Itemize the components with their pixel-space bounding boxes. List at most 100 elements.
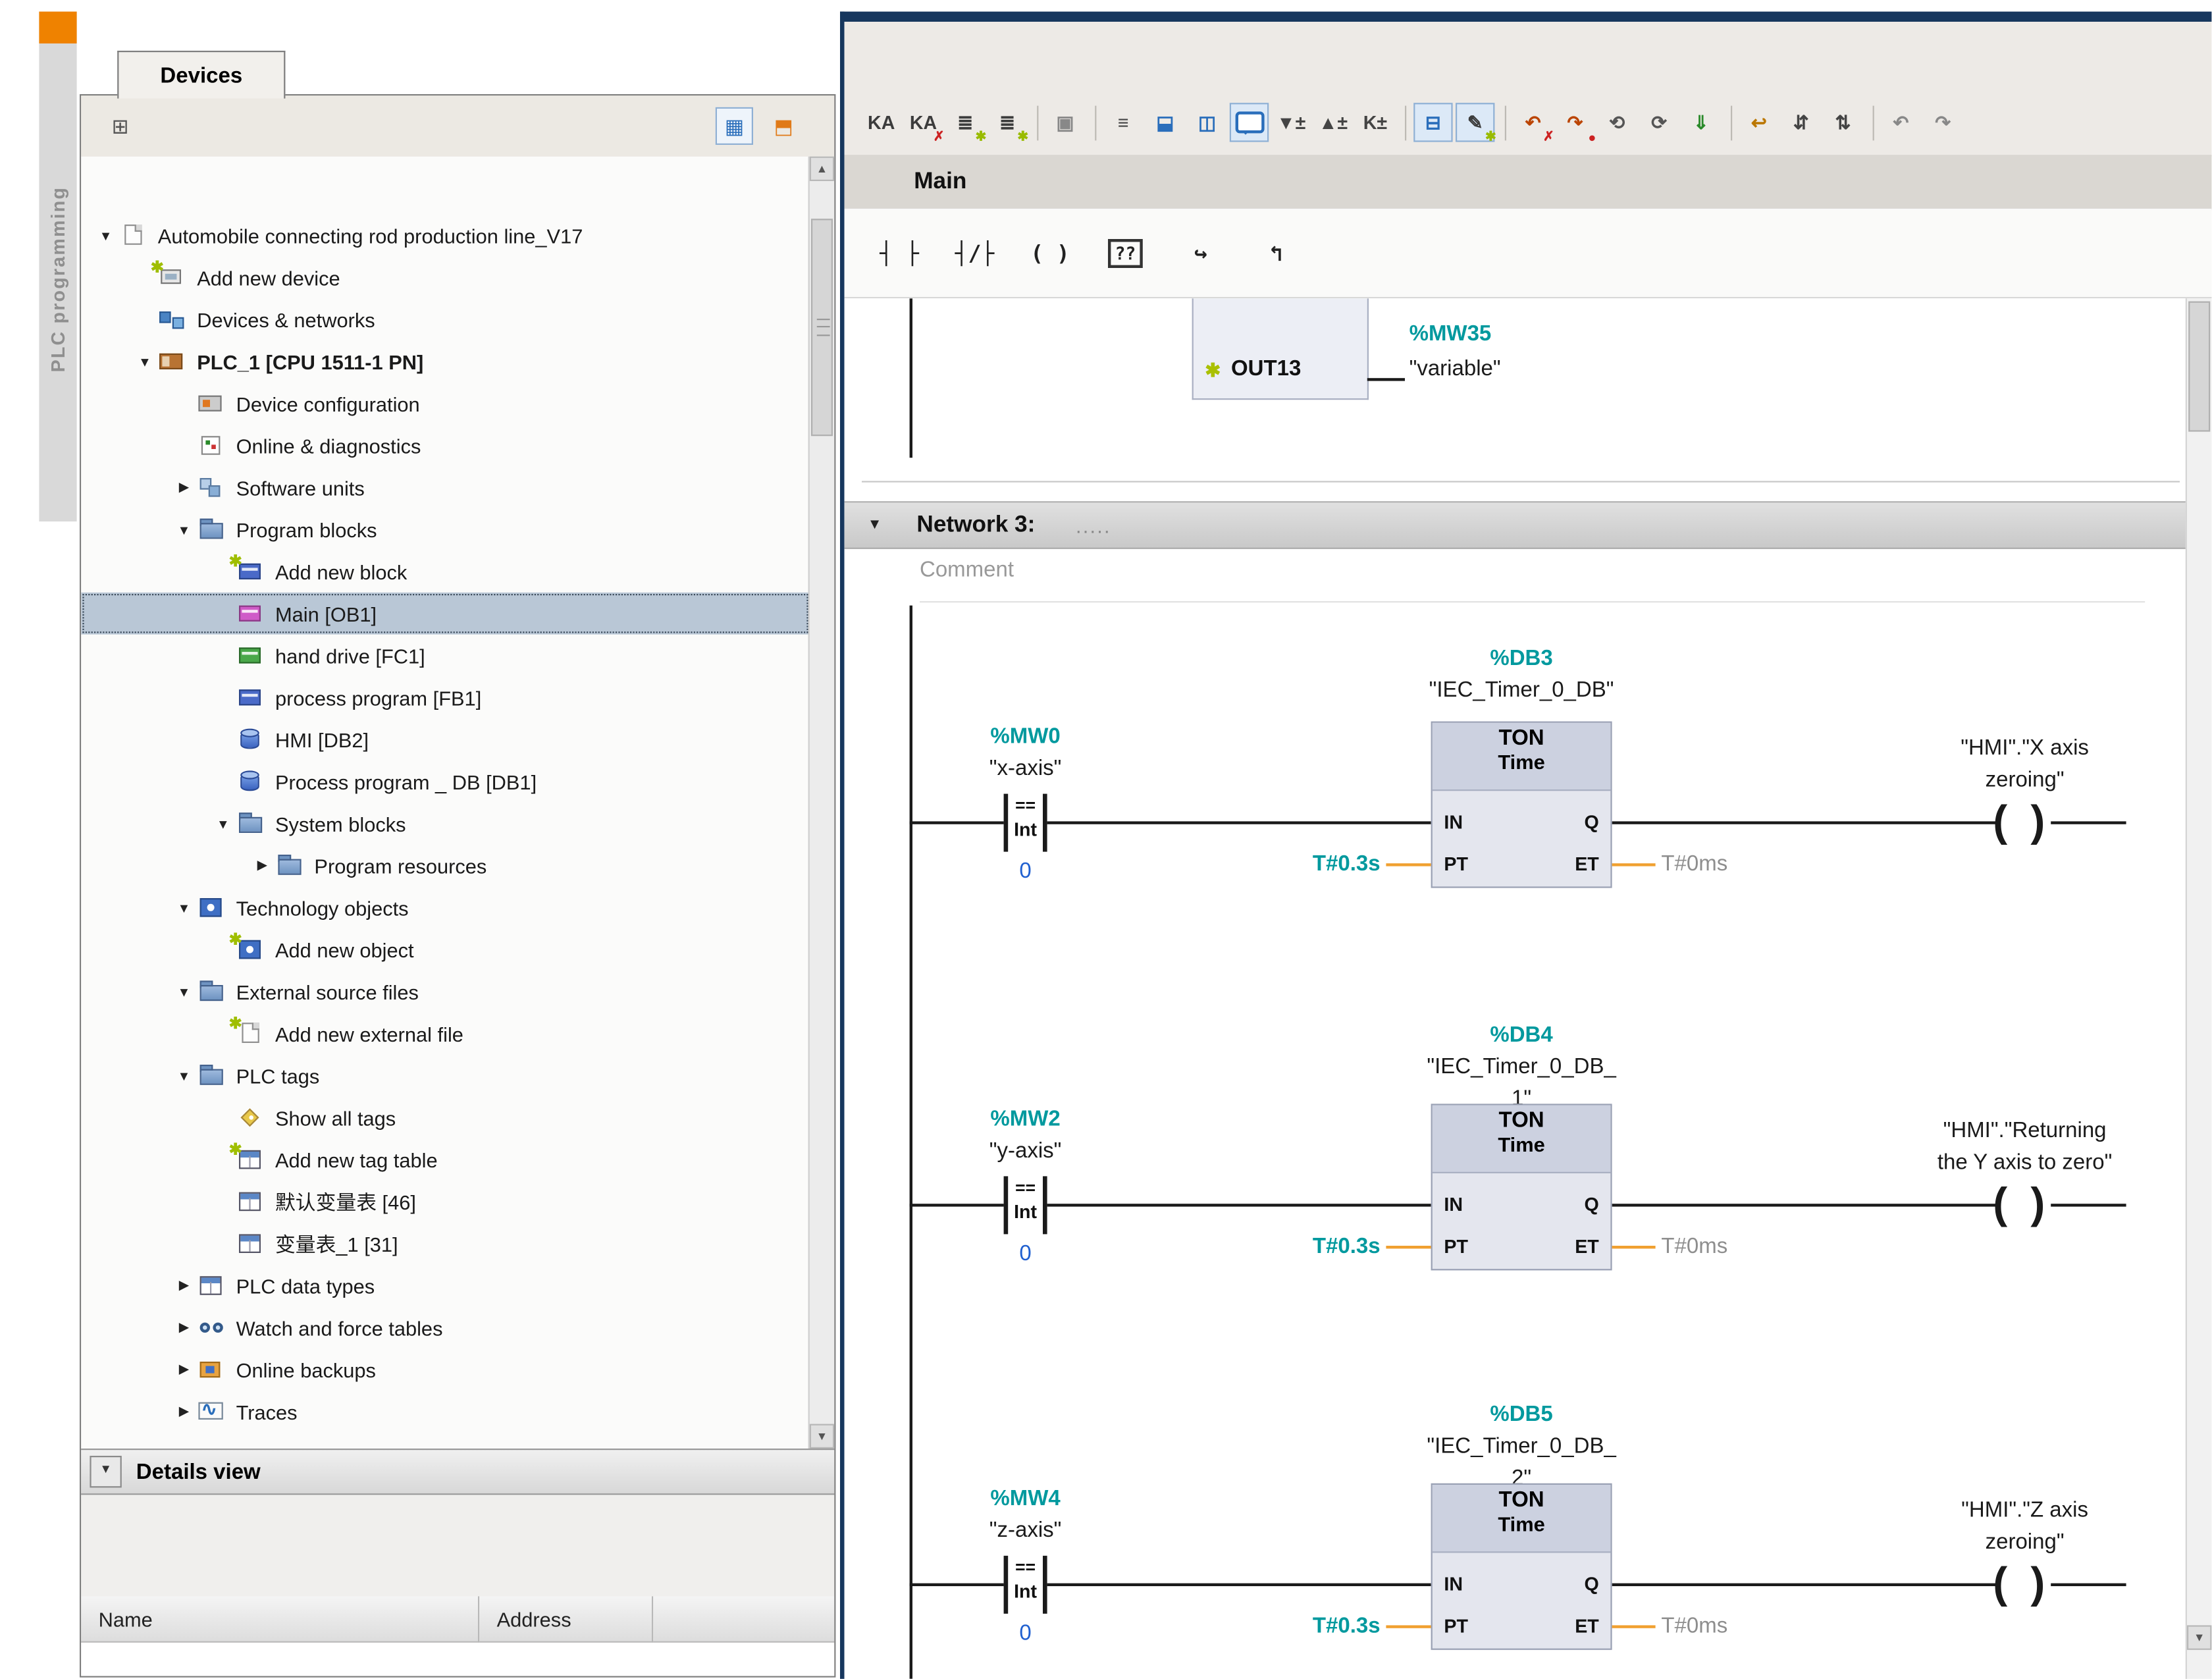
delete-symbol-icon[interactable]: KA✗ — [904, 103, 943, 142]
tree-scrollbar[interactable]: ▲ ▼ — [808, 157, 835, 1449]
collapse-operands-icon[interactable]: ▲± — [1313, 103, 1352, 142]
out-pin-label[interactable]: OUT13 — [1231, 356, 1301, 381]
empty-box-icon[interactable]: ?? — [1096, 230, 1154, 276]
scrollbar-thumb[interactable] — [811, 219, 833, 436]
et-value[interactable]: T#0ms — [1661, 849, 1806, 880]
download-icon[interactable]: ⇓ — [1681, 103, 1720, 142]
edit-favorites-icon[interactable]: ✎✱ — [1456, 103, 1494, 142]
timer-block[interactable]: TONTimeINQPTET — [1431, 1104, 1612, 1270]
tree-item-2[interactable]: Devices & networks — [81, 298, 810, 340]
compare-data-type[interactable]: Int — [1008, 818, 1043, 840]
contact-tag-name[interactable]: "x-axis" — [895, 753, 1156, 785]
redo-icon[interactable]: ↷● — [1556, 103, 1594, 142]
tree-item-5[interactable]: Online & diagnostics — [81, 425, 810, 467]
operand-info-icon[interactable]: K± — [1356, 103, 1394, 142]
forward-icon[interactable]: ↷ — [1924, 103, 1962, 142]
collapse-network-icon[interactable]: ▼ — [868, 517, 882, 533]
previous-error-icon[interactable]: ⇵ — [1781, 103, 1820, 142]
nc-contact-icon[interactable]: ┤/├ — [946, 230, 1004, 276]
scroll-up-button[interactable]: ▲ — [810, 157, 834, 181]
back-icon[interactable]: ↶ — [1882, 103, 1920, 142]
tree-item-1[interactable]: ✱Add new device — [81, 256, 810, 298]
tree-item-10[interactable]: hand drive [FC1] — [81, 635, 810, 677]
tree-item-9[interactable]: Main [OB1] — [81, 593, 810, 635]
show-columns-icon[interactable]: ▦ — [716, 107, 753, 145]
et-value[interactable]: T#0ms — [1661, 1611, 1806, 1642]
contact-tag-name[interactable]: "z-axis" — [895, 1515, 1156, 1547]
pt-value[interactable]: T#0.3s — [1214, 1611, 1381, 1642]
undo-icon[interactable]: ↶✗ — [1514, 103, 1552, 142]
expanded-arrow-icon[interactable]: ▼ — [213, 816, 233, 831]
tree-item-12[interactable]: HMI [DB2] — [81, 718, 810, 760]
tree-item-0[interactable]: ▼Automobile connecting rod production li… — [81, 215, 810, 257]
collapsed-arrow-icon[interactable]: ▶ — [174, 479, 194, 495]
paste-icon[interactable]: ▣ — [1045, 103, 1084, 142]
tree-item-14[interactable]: ▼System blocks — [81, 803, 810, 845]
coil-tag-name[interactable]: zeroing" — [1830, 765, 2187, 797]
graphic-view-icon[interactable]: ⬒ — [765, 107, 803, 145]
tree-item-19[interactable]: ✱Add new external file — [81, 1013, 810, 1055]
column-header-address[interactable]: Address — [479, 1596, 653, 1642]
tree-item-16[interactable]: ▼Technology objects — [81, 886, 810, 928]
tree-item-13[interactable]: Process program _ DB [DB1] — [81, 760, 810, 803]
coil-open-paren[interactable]: ( — [1993, 1175, 2007, 1235]
operand-label[interactable]: %MW35 — [1409, 319, 1492, 350]
plc-programming-rail-tab[interactable]: PLC programming — [39, 55, 76, 504]
pt-value[interactable]: T#0.3s — [1214, 849, 1381, 880]
open-branch-icon[interactable]: ↪ — [1172, 230, 1230, 276]
absolute-operands-icon[interactable]: ⊟ — [1413, 103, 1452, 142]
tree-item-8[interactable]: ✱Add new block — [81, 550, 810, 593]
tree-item-22[interactable]: ✱Add new tag table — [81, 1138, 810, 1181]
ladder-canvas[interactable]: ✱ OUT13 %MW35 "variable" ▼ Network 3: ..… — [845, 298, 2187, 1679]
network-header[interactable]: ▼ Network 3: ..... — [845, 501, 2187, 549]
split-view-icon[interactable]: ⬓ — [1146, 103, 1184, 142]
db-operand[interactable]: %DB4 — [1333, 1020, 1710, 1052]
tree-item-24[interactable]: 变量表_1 [31] — [81, 1223, 810, 1265]
expand-operands-icon[interactable]: ▼± — [1272, 103, 1311, 142]
contact-value[interactable]: 0 — [968, 856, 1084, 888]
db-tag-name[interactable]: "IEC_Timer_0_DB" — [1333, 675, 1710, 706]
collapsed-arrow-icon[interactable]: ▶ — [252, 857, 273, 873]
no-contact-icon[interactable]: ┤ ├ — [870, 230, 928, 276]
contact-value[interactable]: 0 — [968, 1618, 1084, 1649]
close-branch-icon[interactable]: ↰ — [1247, 230, 1305, 276]
tab-main[interactable]: Main — [914, 169, 966, 195]
tree-item-3[interactable]: ▼PLC_1 [CPU 1511-1 PN] — [81, 340, 810, 383]
toggle-comment-icon[interactable] — [1230, 103, 1269, 142]
coil-tag-name[interactable]: "HMI"."Z axis — [1830, 1495, 2187, 1526]
tree-item-20[interactable]: ▼PLC tags — [81, 1055, 810, 1097]
details-view-header[interactable]: ▾ Details view — [81, 1449, 834, 1495]
timer-block[interactable]: TONTimeINQPTET — [1431, 722, 1612, 888]
coil-tag-name[interactable]: "HMI"."X axis — [1830, 733, 2187, 764]
et-value[interactable]: T#0ms — [1661, 1231, 1806, 1263]
tree-item-6[interactable]: ▶Software units — [81, 466, 810, 508]
expanded-arrow-icon[interactable]: ▼ — [174, 900, 194, 915]
tree-item-27[interactable]: ▶Online backups — [81, 1348, 810, 1391]
compare-operator[interactable]: == — [1008, 1178, 1043, 1198]
timer-block[interactable]: TONTimeINQPTET — [1431, 1483, 1612, 1650]
coil-tag-name[interactable]: the Y axis to zero" — [1830, 1147, 2187, 1179]
update-block-call-icon[interactable]: ⟲ — [1598, 103, 1637, 142]
insert-symbol-icon[interactable]: KA — [862, 103, 901, 142]
db-operand[interactable]: %DB3 — [1333, 643, 1710, 675]
coil-icon[interactable]: ( ) — [1021, 230, 1079, 276]
add-empty-box-icon[interactable]: ≣✱ — [988, 103, 1026, 142]
collapsed-arrow-icon[interactable]: ▶ — [174, 1277, 194, 1293]
column-header-extra[interactable] — [653, 1596, 834, 1642]
contact-operand[interactable]: %MW0 — [895, 722, 1156, 753]
coil-open-paren[interactable]: ( — [1993, 792, 2007, 853]
contact-operand[interactable]: %MW4 — [895, 1483, 1156, 1515]
expanded-arrow-icon[interactable]: ▼ — [95, 228, 116, 243]
compare-operator[interactable]: == — [1008, 1557, 1043, 1578]
coil-close-paren[interactable]: ) — [2030, 1175, 2045, 1235]
tree-item-17[interactable]: ✱Add new object — [81, 928, 810, 971]
tree-item-4[interactable]: Device configuration — [81, 383, 810, 425]
coil-tag-name[interactable]: zeroing" — [1830, 1527, 2187, 1559]
scroll-down-button[interactable]: ▼ — [810, 1424, 834, 1449]
network-comment[interactable]: Comment — [920, 558, 2145, 602]
coil-tag-name[interactable]: "HMI"."Returning — [1830, 1115, 2187, 1147]
contact-value[interactable]: 0 — [968, 1239, 1084, 1270]
compare-data-type[interactable]: Int — [1008, 1580, 1043, 1602]
compare-operator[interactable]: == — [1008, 795, 1043, 816]
network-comments-icon[interactable]: ≡ — [1103, 103, 1142, 142]
